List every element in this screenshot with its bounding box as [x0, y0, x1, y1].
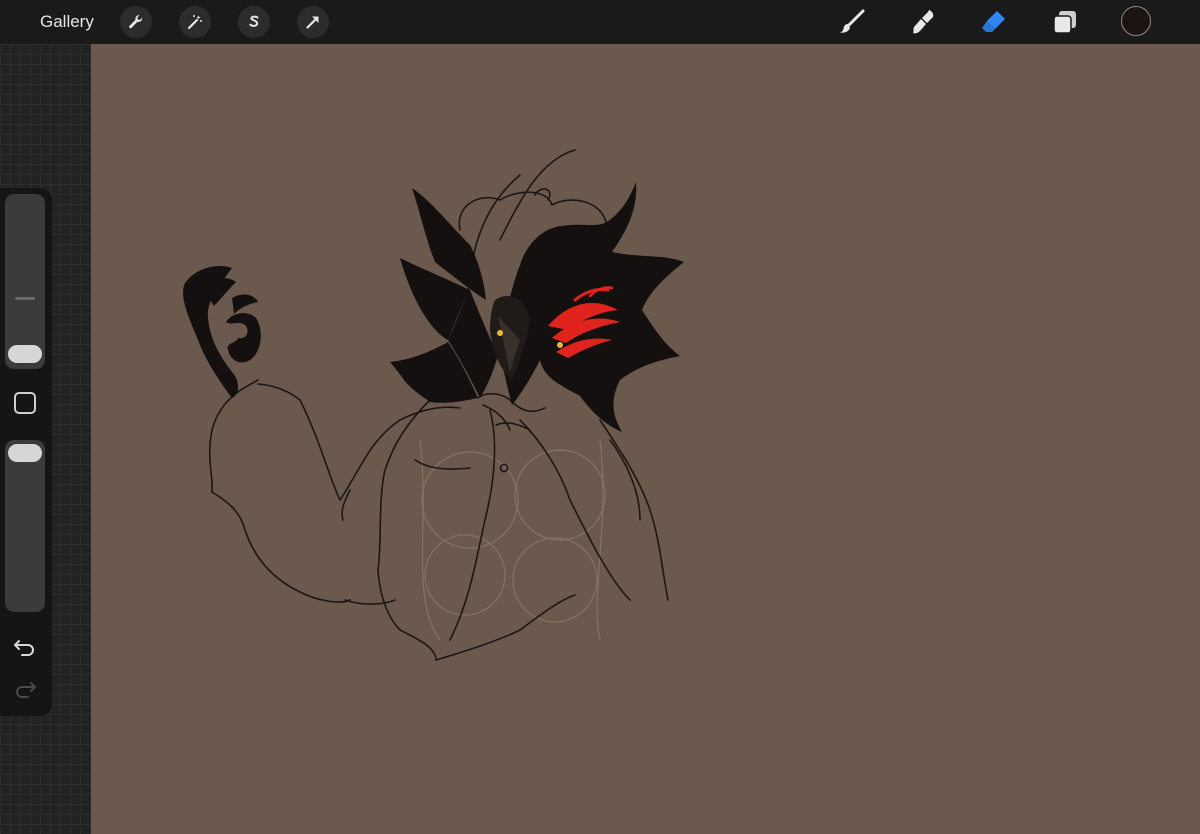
modify-button[interactable]: [14, 392, 36, 414]
hair-silhouette: [390, 182, 684, 432]
artwork: [183, 149, 684, 661]
drawing-canvas[interactable]: [91, 44, 1200, 834]
adjustments-magic-wand-icon[interactable]: [179, 6, 211, 38]
top-toolbar: Gallery: [0, 0, 1200, 44]
left-sidebar: [0, 188, 52, 716]
layers-icon[interactable]: [1048, 5, 1082, 39]
brush-icon[interactable]: [835, 5, 869, 39]
undo-arrow-icon[interactable]: [12, 636, 38, 658]
brush-size-handle[interactable]: [8, 345, 42, 363]
opacity-slider[interactable]: [5, 440, 45, 612]
gallery-button[interactable]: Gallery: [40, 11, 94, 33]
opacity-handle[interactable]: [8, 444, 42, 462]
smudge-icon[interactable]: [906, 5, 940, 39]
construction-lines: [419, 439, 606, 641]
brush-size-slider[interactable]: [5, 194, 45, 369]
selection-s-icon[interactable]: [238, 6, 270, 38]
actions-wrench-icon[interactable]: [120, 6, 152, 38]
redo-arrow-icon[interactable]: [12, 678, 38, 700]
color-swatch[interactable]: [1121, 6, 1151, 36]
transform-arrow-icon[interactable]: [297, 6, 329, 38]
brush-size-tick: [15, 297, 35, 300]
eraser-icon[interactable]: [977, 5, 1011, 39]
hand-silhouette: [183, 265, 261, 398]
